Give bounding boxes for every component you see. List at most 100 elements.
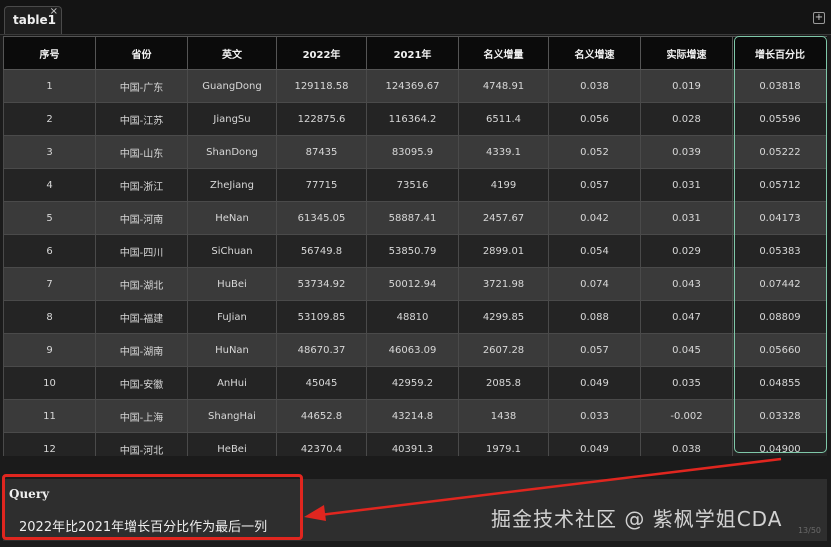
table-row[interactable]: 4 中国-浙江 ZheJiang 77715 73516 4199 0.057 0.031 0.…	[3, 168, 827, 202]
table-cell[interactable]: 中国-河南	[95, 201, 188, 235]
growth-percent-cell[interactable]: 0.04173	[732, 201, 827, 235]
table-cell[interactable]: 46063.09	[366, 333, 459, 367]
table-cell[interactable]: 2899.01	[458, 234, 549, 268]
table-cell[interactable]: 0.028	[640, 102, 733, 136]
table-row[interactable]: 2 中国-江苏 JiangSu 122875.6 116364.2 6511.4 0.056…	[3, 102, 827, 136]
growth-percent-cell[interactable]: 0.05712	[732, 168, 827, 202]
table-cell[interactable]: 中国-广东	[95, 69, 188, 103]
table-cell[interactable]: 124369.67	[366, 69, 459, 103]
table-cell[interactable]: 0.038	[640, 432, 733, 456]
table-cell[interactable]: 1438	[458, 399, 549, 433]
table-cell[interactable]: 0.031	[640, 201, 733, 235]
table-cell[interactable]: 中国-浙江	[95, 168, 188, 202]
table-row[interactable]: 1 中国-广东 GuangDong 129118.58 124369.67 4748.91…	[3, 69, 827, 103]
add-tab-icon[interactable]: +	[813, 12, 825, 24]
table-row[interactable]: 6 中国-四川 SiChuan 56749.8 53850.79 2899.01 0.054…	[3, 234, 827, 268]
growth-percent-cell[interactable]: 0.05660	[732, 333, 827, 367]
table-row[interactable]: 5 中国-河南 HeNan 61345.05 58887.41 2457.67 0.042 0…	[3, 201, 827, 235]
column-header-highlighted[interactable]: 增长百分比	[732, 36, 827, 70]
column-header[interactable]: 实际增速	[640, 36, 733, 70]
table-cell[interactable]: 53734.92	[276, 267, 367, 301]
table-cell[interactable]: ShanDong	[187, 135, 277, 169]
table-cell[interactable]: 10	[3, 366, 96, 400]
table-row[interactable]: 12 中国-河北 HeBei 42370.4 40391.3 1979.1 0.049 0.0…	[3, 432, 827, 456]
table-cell[interactable]: 5	[3, 201, 96, 235]
table-cell[interactable]: 3	[3, 135, 96, 169]
table-cell[interactable]: 0.052	[548, 135, 641, 169]
table-cell[interactable]: 40391.3	[366, 432, 459, 456]
table-row[interactable]: 11 中国-上海 ShangHai 44652.8 43214.8 1438 0.033 -0…	[3, 399, 827, 433]
table-cell[interactable]: 中国-四川	[95, 234, 188, 268]
column-header[interactable]: 名义增速	[548, 36, 641, 70]
table-cell[interactable]: 6	[3, 234, 96, 268]
table-cell[interactable]: 129118.58	[276, 69, 367, 103]
growth-percent-cell[interactable]: 0.04900	[732, 432, 827, 456]
table-cell[interactable]: 中国-河北	[95, 432, 188, 456]
table-cell[interactable]: 0.054	[548, 234, 641, 268]
table-cell[interactable]: 0.035	[640, 366, 733, 400]
table-cell[interactable]: 0.057	[548, 333, 641, 367]
table-cell[interactable]: 0.045	[640, 333, 733, 367]
growth-percent-cell[interactable]: 0.03328	[732, 399, 827, 433]
table-cell[interactable]: 45045	[276, 366, 367, 400]
column-header[interactable]: 名义增量	[458, 36, 549, 70]
table-cell[interactable]: 中国-上海	[95, 399, 188, 433]
table-cell[interactable]: SiChuan	[187, 234, 277, 268]
table-cell[interactable]: 中国-湖南	[95, 333, 188, 367]
table-cell[interactable]: HeBei	[187, 432, 277, 456]
table-row[interactable]: 9 中国-湖南 HuNan 48670.37 46063.09 2607.28 0.057 0…	[3, 333, 827, 367]
table-cell[interactable]: 83095.9	[366, 135, 459, 169]
table-cell[interactable]: 122875.6	[276, 102, 367, 136]
growth-percent-cell[interactable]: 0.03818	[732, 69, 827, 103]
table-cell[interactable]: 中国-福建	[95, 300, 188, 334]
table-cell[interactable]: 0.074	[548, 267, 641, 301]
table-cell[interactable]: 42370.4	[276, 432, 367, 456]
table-cell[interactable]: 0.031	[640, 168, 733, 202]
table-cell[interactable]: 12	[3, 432, 96, 456]
table-cell[interactable]: 中国-江苏	[95, 102, 188, 136]
table-cell[interactable]: 6511.4	[458, 102, 549, 136]
table-cell[interactable]: 0.043	[640, 267, 733, 301]
table-cell[interactable]: 0.056	[548, 102, 641, 136]
table-cell[interactable]: 116364.2	[366, 102, 459, 136]
table-cell[interactable]: 9	[3, 333, 96, 367]
table-cell[interactable]: 61345.05	[276, 201, 367, 235]
table-cell[interactable]: HuNan	[187, 333, 277, 367]
table-cell[interactable]: 4	[3, 168, 96, 202]
table-cell[interactable]: 48670.37	[276, 333, 367, 367]
column-header[interactable]: 2021年	[366, 36, 459, 70]
column-header[interactable]: 2022年	[276, 36, 367, 70]
table-cell[interactable]: 0.047	[640, 300, 733, 334]
column-header[interactable]: 省份	[95, 36, 188, 70]
table-cell[interactable]: JiangSu	[187, 102, 277, 136]
table-cell[interactable]: 42959.2	[366, 366, 459, 400]
table-cell[interactable]: 0.049	[548, 432, 641, 456]
table-cell[interactable]: 2	[3, 102, 96, 136]
table-cell[interactable]: 50012.94	[366, 267, 459, 301]
table-cell[interactable]: 48810	[366, 300, 459, 334]
table-cell[interactable]: 中国-山东	[95, 135, 188, 169]
table-cell[interactable]: 58887.41	[366, 201, 459, 235]
column-header[interactable]: 英文	[187, 36, 277, 70]
table-cell[interactable]: 0.039	[640, 135, 733, 169]
growth-percent-cell[interactable]: 0.05222	[732, 135, 827, 169]
table-cell[interactable]: 2085.8	[458, 366, 549, 400]
growth-percent-cell[interactable]: 0.05596	[732, 102, 827, 136]
close-icon[interactable]: ×	[50, 7, 58, 17]
table-cell[interactable]: 0.049	[548, 366, 641, 400]
table-cell[interactable]: 中国-安徽	[95, 366, 188, 400]
table-cell[interactable]: 2457.67	[458, 201, 549, 235]
growth-percent-cell[interactable]: 0.05383	[732, 234, 827, 268]
column-header[interactable]: 序号	[3, 36, 96, 70]
table-cell[interactable]: 8	[3, 300, 96, 334]
table-cell[interactable]: 0.019	[640, 69, 733, 103]
table-cell[interactable]: FuJian	[187, 300, 277, 334]
table-cell[interactable]: 0.033	[548, 399, 641, 433]
table-cell[interactable]: 中国-湖北	[95, 267, 188, 301]
growth-percent-cell[interactable]: 0.08809	[732, 300, 827, 334]
table-row[interactable]: 7 中国-湖北 HuBei 53734.92 50012.94 3721.98 0.074 0…	[3, 267, 827, 301]
table-cell[interactable]: 4199	[458, 168, 549, 202]
table-cell[interactable]: 1979.1	[458, 432, 549, 456]
table-cell[interactable]: GuangDong	[187, 69, 277, 103]
data-grid[interactable]: 序号 省份 英文 2022年 2021年 名义增量 名义增速 实际增速 增长百分…	[3, 36, 827, 456]
